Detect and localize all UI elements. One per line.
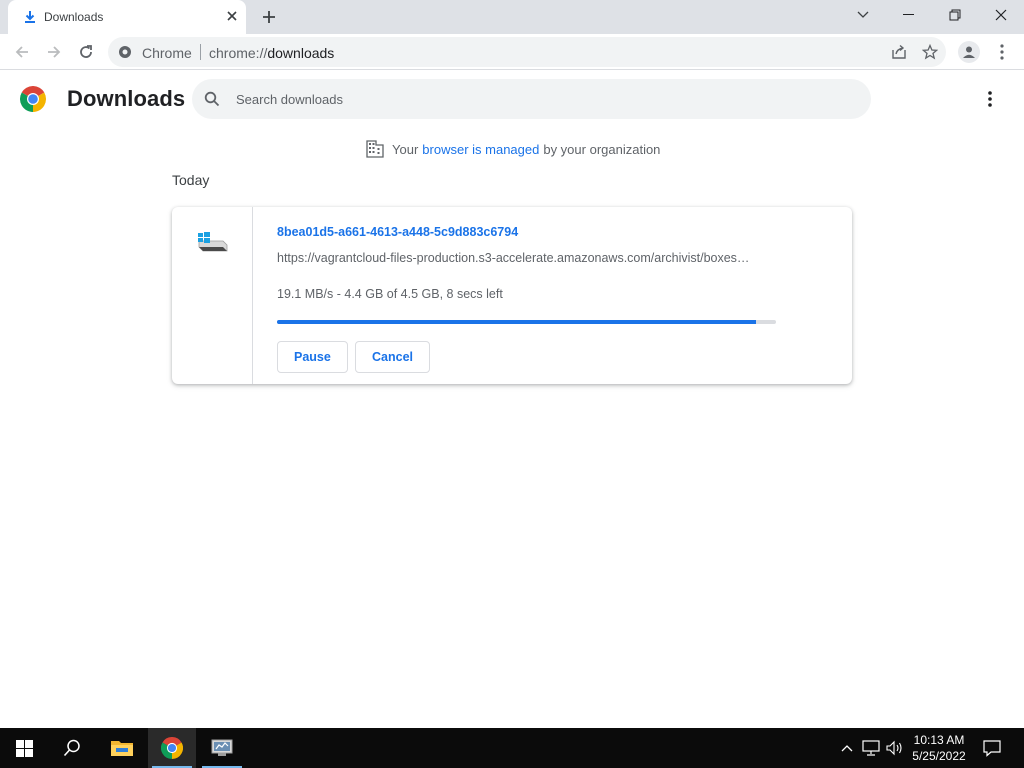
minimize-icon	[903, 14, 914, 15]
tab-search-button[interactable]	[840, 0, 886, 30]
show-hidden-icons-button[interactable]	[838, 738, 856, 758]
taskbar-file-explorer[interactable]	[98, 728, 146, 768]
page-scheme-label: Chrome	[142, 45, 192, 61]
volume-button[interactable]	[886, 738, 904, 758]
close-window-button[interactable]	[978, 0, 1024, 30]
close-tab-icon[interactable]	[224, 8, 240, 24]
browser-menu-button[interactable]	[994, 42, 1010, 62]
notification-icon	[983, 740, 1001, 757]
address-bar[interactable]: Chrome chrome://downloads	[108, 37, 946, 67]
search-icon	[63, 739, 80, 757]
start-icon	[15, 739, 33, 757]
close-icon	[995, 9, 1007, 21]
restore-button[interactable]	[932, 0, 978, 30]
clock-date: 5/25/2022	[912, 749, 966, 763]
omnibox-divider	[200, 44, 201, 60]
taskbar-search-button[interactable]	[48, 728, 96, 768]
avatar-icon	[963, 46, 975, 58]
clock-time: 10:13 AM	[913, 733, 965, 747]
share-icon	[892, 44, 906, 59]
download-item: 8bea01d5-a661-4613-a448-5c9d883c6794 htt…	[172, 207, 852, 384]
kebab-menu-icon	[988, 91, 992, 107]
search-input[interactable]	[236, 89, 836, 109]
restore-icon	[949, 9, 961, 21]
tab-downloads[interactable]: Downloads	[8, 0, 246, 34]
star-icon	[922, 44, 938, 60]
download-icon	[25, 11, 35, 23]
minimize-button[interactable]	[886, 0, 932, 30]
url-prefix: chrome://	[209, 45, 268, 61]
managed-prefix: Your	[392, 141, 419, 157]
url-path: downloads	[267, 45, 335, 61]
search-icon	[204, 91, 220, 107]
managed-notice: Your browser is managed by your organiza…	[366, 140, 660, 158]
share-button[interactable]	[890, 43, 908, 61]
pause-button[interactable]: Pause	[277, 341, 348, 373]
plus-icon	[263, 11, 275, 23]
network-icon	[862, 740, 880, 756]
taskbar-clock[interactable]: 10:13 AM 5/25/2022	[906, 732, 972, 764]
url-text: chrome://downloads	[209, 45, 334, 61]
chevron-down-icon	[857, 11, 869, 18]
download-progress-bar	[277, 320, 776, 324]
date-heading: Today	[172, 172, 210, 188]
taskbar: 10:13 AM 5/25/2022	[0, 728, 1024, 768]
forward-arrow-icon	[48, 46, 61, 58]
managed-suffix: by your organization	[543, 141, 661, 157]
action-center-button[interactable]	[980, 736, 1004, 760]
download-source-url[interactable]: https://vagrantcloud-files-production.s3…	[277, 251, 777, 265]
tab-strip: Downloads	[0, 0, 1024, 34]
network-button[interactable]	[862, 738, 880, 758]
download-status-text: 19.1 MB/s - 4.4 GB of 4.5 GB, 8 secs lef…	[277, 287, 503, 301]
chrome-page-icon	[119, 46, 131, 58]
bookmark-button[interactable]	[921, 43, 939, 61]
chrome-logo-icon	[20, 86, 46, 112]
reload-icon	[80, 45, 92, 58]
speaker-icon	[886, 740, 902, 756]
taskbar-server-manager[interactable]	[198, 728, 246, 768]
taskbar-chrome[interactable]	[148, 728, 196, 768]
file-type-icon[interactable]	[196, 231, 228, 255]
page-menu-button[interactable]	[980, 88, 1000, 110]
page-title: Downloads	[67, 86, 186, 111]
kebab-menu-icon	[1000, 44, 1004, 60]
file-explorer-icon	[111, 741, 133, 756]
forward-button[interactable]	[42, 40, 66, 64]
tab-title: Downloads	[44, 10, 104, 24]
start-button[interactable]	[0, 728, 48, 768]
search-bar[interactable]	[192, 79, 871, 119]
building-icon	[366, 140, 384, 158]
file-icon-column	[172, 207, 253, 384]
server-manager-icon	[211, 739, 233, 756]
browser-managed-link[interactable]: browser is managed	[422, 142, 539, 157]
toolbar: Chrome chrome://downloads	[0, 34, 1024, 70]
chevron-up-icon	[841, 745, 853, 752]
back-arrow-icon	[15, 46, 28, 58]
profile-button[interactable]	[958, 41, 980, 63]
new-tab-button[interactable]	[258, 6, 280, 28]
download-progress-fill	[277, 320, 757, 324]
back-button[interactable]	[10, 40, 34, 64]
chrome-icon	[161, 737, 183, 759]
download-file-name-link[interactable]: 8bea01d5-a661-4613-a448-5c9d883c6794	[277, 225, 518, 239]
reload-button[interactable]	[74, 40, 98, 64]
cancel-button[interactable]: Cancel	[355, 341, 430, 373]
